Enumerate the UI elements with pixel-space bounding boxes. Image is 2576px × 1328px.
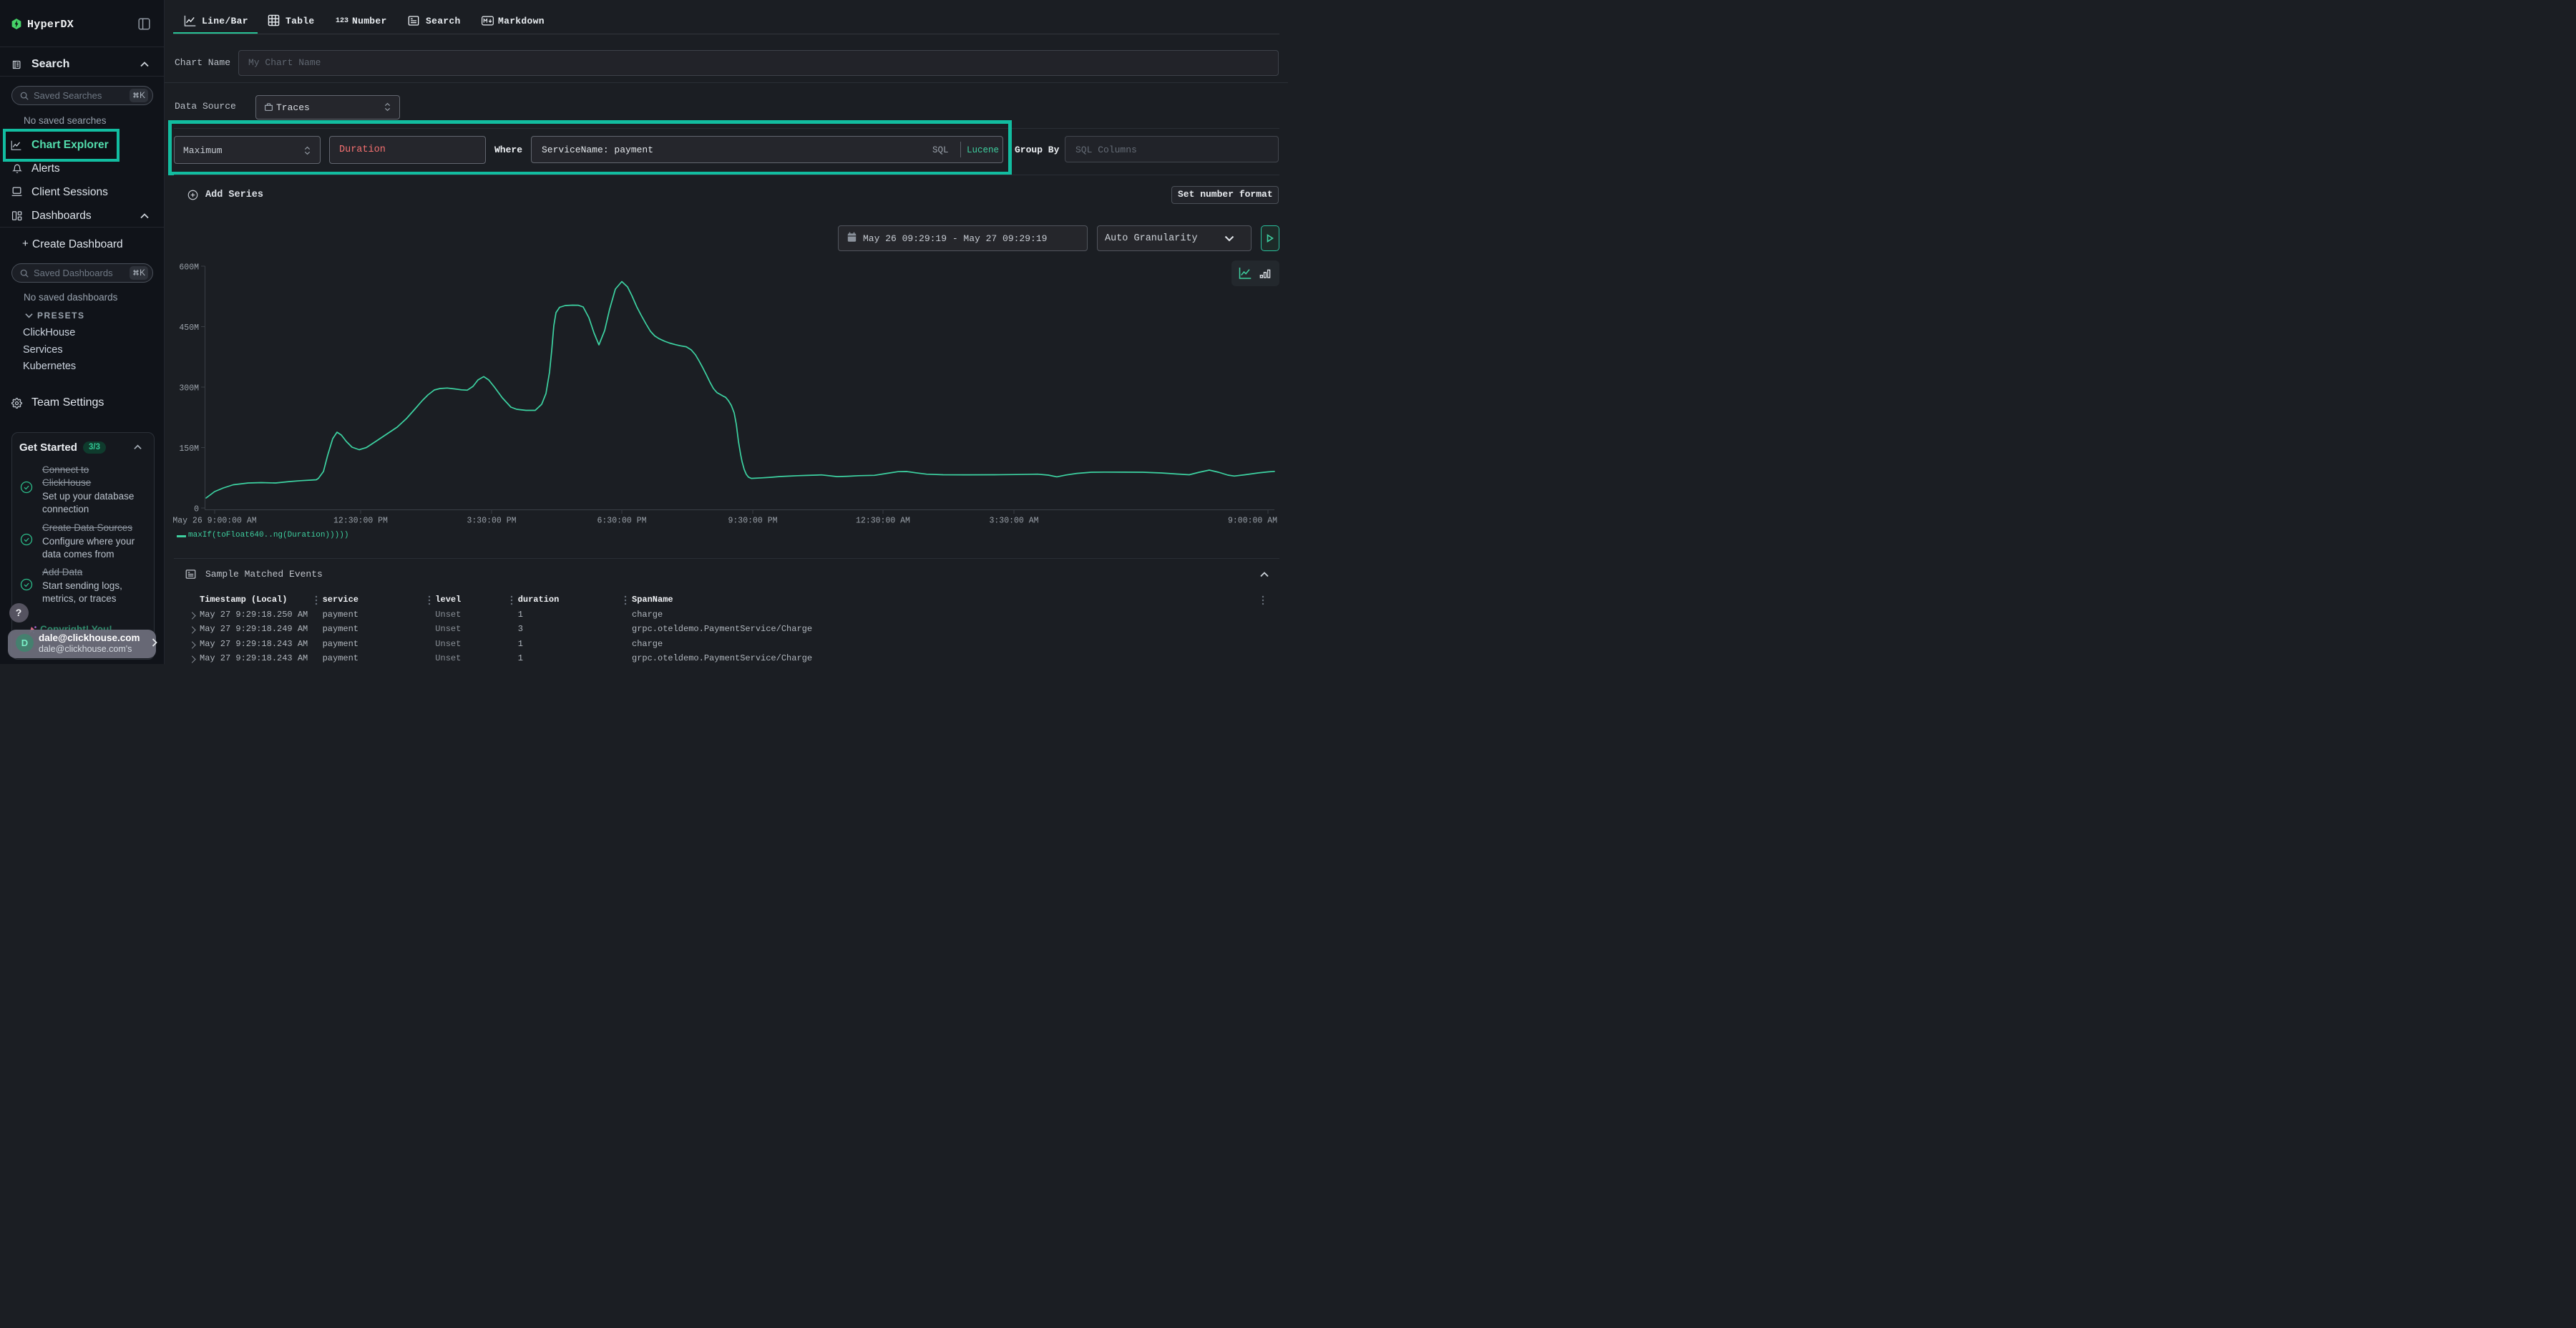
svg-text:3:30:00 AM: 3:30:00 AM <box>989 517 1038 526</box>
svg-text:0: 0 <box>194 505 199 514</box>
svg-text:600M: 600M <box>179 263 199 273</box>
svg-text:150M: 150M <box>179 444 199 454</box>
svg-text:3:30:00 PM: 3:30:00 PM <box>467 517 516 526</box>
svg-text:450M: 450M <box>179 323 199 333</box>
svg-text:9:00:00 AM: 9:00:00 AM <box>1228 517 1277 526</box>
svg-text:9:30:00 PM: 9:30:00 PM <box>728 517 777 526</box>
svg-text:12:30:00 AM: 12:30:00 AM <box>856 517 910 526</box>
svg-text:12:30:00 PM: 12:30:00 PM <box>333 517 388 526</box>
svg-text:May 26 9:00:00 AM: May 26 9:00:00 AM <box>172 517 256 526</box>
svg-text:300M: 300M <box>179 384 199 394</box>
svg-text:6:30:00 PM: 6:30:00 PM <box>597 517 646 526</box>
